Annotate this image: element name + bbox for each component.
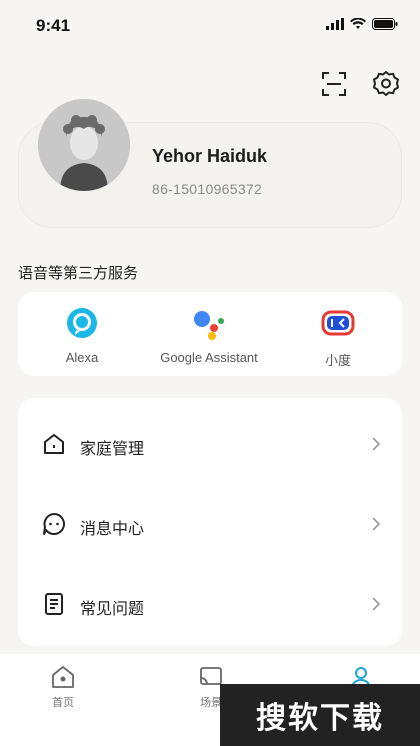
home-tab-icon <box>52 666 74 688</box>
status-icons <box>326 18 398 30</box>
chevron-right-icon <box>372 517 381 531</box>
service-alexa[interactable]: Alexa <box>52 292 112 376</box>
wifi-icon <box>350 18 366 29</box>
watermark-text: 搜软下载 <box>256 702 384 735</box>
scan-button[interactable] <box>318 68 350 100</box>
xiaodu-icon <box>321 310 355 336</box>
faq-icon <box>45 593 63 615</box>
service-google-assistant[interactable]: Google Assistant <box>144 292 274 376</box>
service-xiaodu[interactable]: 小度 <box>312 292 364 376</box>
status-bar: 9:41 <box>0 0 420 52</box>
signal-icon <box>326 18 344 30</box>
battery-icon <box>372 18 398 30</box>
menu-item-family-management[interactable]: 家庭管理 <box>18 402 402 482</box>
service-xiaodu-label: 小度 <box>324 353 351 368</box>
user-name: Yehor Haiduk <box>152 146 268 166</box>
menu-card: 家庭管理 消息中心 常见问题 <box>18 398 402 646</box>
menu-item-message-center[interactable]: 消息中心 <box>18 482 402 562</box>
avatar[interactable] <box>38 99 130 191</box>
top-actions <box>318 68 402 100</box>
chevron-right-icon <box>372 597 381 611</box>
user-phone: 86-15010965372 <box>152 181 263 197</box>
menu-item-label: 常见问题 <box>80 601 145 618</box>
settings-button[interactable] <box>370 68 402 100</box>
menu-item-label: 消息中心 <box>80 521 145 538</box>
watermark: 搜软下载 <box>220 684 420 746</box>
service-google-label: Google Assistant <box>160 350 258 365</box>
chevron-right-icon <box>372 437 381 451</box>
tab-home[interactable]: 首页 <box>48 664 78 710</box>
services-section-title: 语音等第三方服务 <box>18 265 139 282</box>
user-avatar-icon <box>38 99 130 191</box>
home-icon <box>44 434 64 454</box>
tab-scenes-label: 场景 <box>200 697 222 709</box>
google-assistant-icon <box>194 311 224 340</box>
message-icon <box>43 513 65 535</box>
tab-home-label: 首页 <box>52 697 74 709</box>
status-time: 9:41 <box>36 16 71 35</box>
scan-icon <box>322 72 346 96</box>
gear-icon <box>373 71 399 96</box>
menu-item-label: 家庭管理 <box>80 441 145 458</box>
alexa-icon <box>67 308 97 338</box>
service-alexa-label: Alexa <box>65 350 99 365</box>
menu-item-faq[interactable]: 常见问题 <box>18 562 402 642</box>
services-card: Alexa Google Assistant 小度 <box>18 292 402 376</box>
